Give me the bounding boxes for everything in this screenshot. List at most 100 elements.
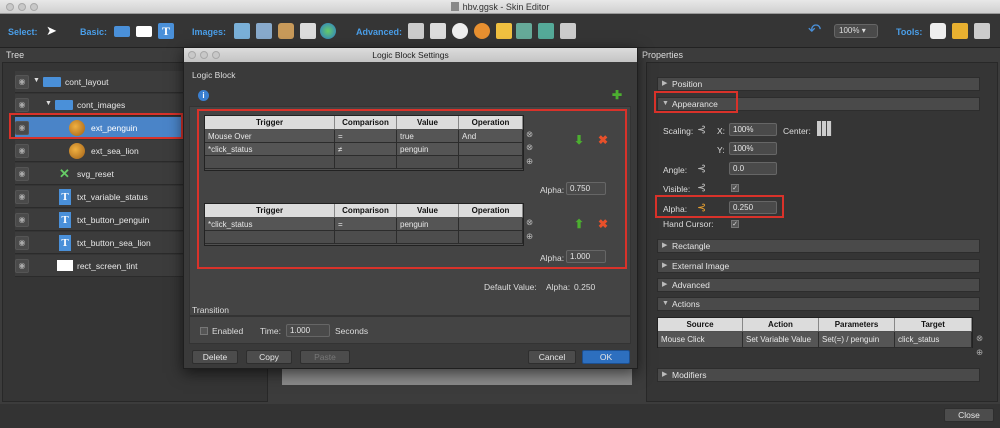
block1-row2-operation[interactable] [459,143,523,156]
compass-icon[interactable] [474,23,490,39]
external-image-icon[interactable] [278,23,294,39]
delete-block-icon[interactable]: ✖ [598,133,608,147]
enabled-checkbox[interactable] [200,327,208,335]
block1-empty-row[interactable] [459,156,523,169]
scale-x-field[interactable]: 100% [729,123,777,136]
block1-alpha-field[interactable]: 0.750 [566,182,606,195]
add-icon[interactable]: ✚ [612,88,622,102]
close-button[interactable]: Close [944,408,994,422]
remove-row-icon[interactable]: ⊗ [526,217,533,228]
visible-checkbox[interactable]: ✓ [731,184,739,192]
block1-empty-row[interactable] [205,156,335,169]
block2-row1-operation[interactable] [459,218,523,231]
section-external-image[interactable]: ▶ External Image [657,259,980,273]
add-action-icon[interactable]: ⊕ [976,347,983,358]
block2-empty-row[interactable] [397,231,459,244]
actions-cell-action[interactable]: Set Variable Value [743,332,819,348]
cancel-button[interactable]: Cancel [528,350,576,364]
eye-icon[interactable]: ◉ [15,167,29,181]
map-icon[interactable] [320,23,336,39]
scale-y-field[interactable]: 100% [729,142,777,155]
tree-item-txt-button-sea-lion[interactable]: ◉ T txt_button_sea_lion [15,232,187,254]
dialog-zoom-button[interactable] [212,51,220,59]
delete-block-icon[interactable]: ✖ [598,217,608,231]
block1-row1-operation[interactable]: And [459,130,523,143]
actions-cell-source[interactable]: Mouse Click [658,332,743,348]
center-grid-icon[interactable] [817,121,832,136]
html-icon[interactable] [538,23,554,39]
svg-icon[interactable] [300,23,316,39]
tree-item-ext-sea-lion[interactable]: ◉ ext_sea_lion [15,140,187,162]
eye-icon[interactable]: ◉ [15,259,29,273]
rectangle-icon[interactable] [136,26,152,37]
delete-button[interactable]: Delete [192,350,238,364]
block2-empty-row[interactable] [459,231,523,244]
eye-icon[interactable]: ◉ [15,236,29,250]
chevron-down-icon[interactable]: ▼ [33,77,40,84]
block2-alpha-field[interactable]: 1.000 [566,250,606,263]
eye-icon[interactable]: ◉ [15,75,29,89]
remove-row-icon[interactable]: ⊗ [526,142,533,153]
block2-row1-trigger[interactable]: *click_status [205,218,335,231]
move-down-icon[interactable]: ⬇ [574,133,584,147]
video-icon[interactable] [516,23,532,39]
block1-empty-row[interactable] [397,156,459,169]
pencil-tool-icon[interactable] [952,23,968,39]
block1-empty-row[interactable] [335,156,397,169]
undo-icon[interactable]: ↶ [808,23,824,39]
add-row-icon[interactable]: ⊕ [526,156,533,167]
block1-row1-value[interactable]: true [397,130,459,143]
eye-icon[interactable]: ◉ [15,190,29,204]
block2-row1-value[interactable]: penguin [397,218,459,231]
link-icon[interactable]: ⊰ [697,201,706,214]
tree-item-svg-reset[interactable]: ◉ ✕ svg_reset [15,163,187,185]
dialog-close-button[interactable] [188,51,196,59]
block1-row2-trigger[interactable]: *click_status [205,143,335,156]
block2-row1-comparison[interactable]: = [335,218,397,231]
image-icon[interactable] [234,23,250,39]
close-window-button[interactable] [6,3,14,11]
tree-item-cont-images[interactable]: ◉ ▼ cont_images [15,94,187,116]
link-icon[interactable]: ⊰ [697,123,706,136]
alpha-field[interactable]: 0.250 [729,201,777,214]
minimize-window-button[interactable] [18,3,26,11]
link-icon[interactable]: ⊰ [697,181,706,194]
zoom-window-button[interactable] [30,3,38,11]
text-icon[interactable]: T [158,23,174,39]
block1-row1-trigger[interactable]: Mouse Over [205,130,335,143]
info-icon[interactable]: i [198,90,209,101]
menu-icon[interactable] [560,23,576,39]
link-icon[interactable]: ⊰ [697,162,706,175]
cloner-icon[interactable] [430,23,446,39]
dialog-minimize-button[interactable] [200,51,208,59]
move-up-icon[interactable]: ⬆ [574,217,584,231]
remove-action-icon[interactable]: ⊗ [976,333,983,344]
block1-row2-comparison[interactable]: ≠ [335,143,397,156]
section-advanced[interactable]: ▶ Advanced [657,278,980,292]
section-actions[interactable]: ▼ Actions [657,297,980,311]
trash-tool-icon[interactable] [974,23,990,39]
eye-icon[interactable]: ◉ [15,213,29,227]
chevron-down-icon[interactable]: ▼ [45,100,52,107]
tree-item-txt-variable-status[interactable]: ◉ T txt_variable_status [15,186,187,208]
tree-item-cont-layout[interactable]: ◉ ▼ cont_layout [15,71,187,93]
section-modifiers[interactable]: ▶ Modifiers [657,368,980,382]
eye-icon[interactable]: ◉ [15,144,29,158]
actions-cell-target[interactable]: click_status [895,332,972,348]
hand-cursor-checkbox[interactable]: ✓ [731,220,739,228]
text-field-icon[interactable] [408,23,424,39]
add-row-icon[interactable]: ⊕ [526,231,533,242]
hand-tool-icon[interactable] [930,23,946,39]
angle-field[interactable]: 0.0 [729,162,777,175]
timer-icon[interactable] [452,23,468,39]
container-folder-icon[interactable] [114,26,130,37]
remove-row-icon[interactable]: ⊗ [526,129,533,140]
tree-item-rect-screen-tint[interactable]: ◉ rect_screen_tint [15,255,187,277]
copy-button[interactable]: Copy [246,350,292,364]
image-button-icon[interactable] [256,23,272,39]
ok-button[interactable]: OK [582,350,630,364]
section-rectangle[interactable]: ▶ Rectangle [657,239,980,253]
tree-item-txt-button-penguin[interactable]: ◉ T txt_button_penguin [15,209,187,231]
block2-empty-row[interactable] [335,231,397,244]
time-field[interactable]: 1.000 [286,324,330,337]
